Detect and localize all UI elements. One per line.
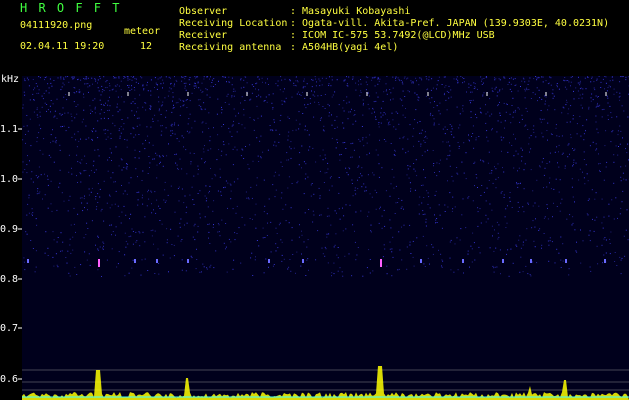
hrofft-window: H R O F F T 04111920.png 02.04.11 19:20 … [0, 0, 629, 400]
axis-overlay [18, 92, 607, 380]
